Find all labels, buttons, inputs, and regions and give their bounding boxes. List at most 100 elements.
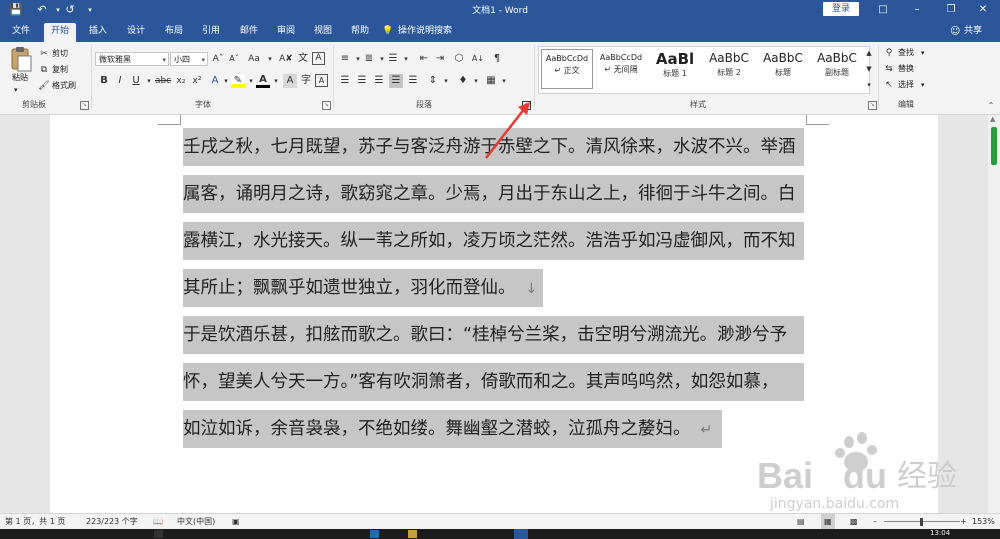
change-case-dropdown-icon[interactable]: ▾ [263, 52, 277, 66]
scissors-icon[interactable]: ✂ [37, 47, 51, 61]
phonetic-guide-icon[interactable]: 文 [296, 52, 310, 66]
web-layout-icon[interactable]: ▩ [850, 514, 858, 530]
taskbar-word-icon[interactable] [514, 529, 528, 539]
font-launcher-icon[interactable]: ↘ [322, 101, 331, 110]
numbering-icon[interactable]: ≣ [362, 52, 376, 66]
text-line[interactable]: 如泣如诉，余音袅袅，不绝如缕。舞幽壑之潜蛟，泣孤舟之嫠妇。 ↵ [183, 410, 722, 448]
maximize-icon[interactable]: ❐ [936, 0, 966, 20]
enclose-characters-icon[interactable]: A [312, 52, 325, 65]
format-painter-icon[interactable]: 🖌 [37, 79, 51, 93]
character-shading-icon[interactable]: A [283, 74, 297, 88]
cut-button[interactable]: 剪切 [52, 48, 68, 60]
zoom-in-icon[interactable]: + [960, 514, 967, 530]
borders-icon[interactable]: ▦ [484, 74, 498, 88]
select-dropdown-icon[interactable]: ▾ [921, 79, 925, 91]
align-center-icon[interactable]: ☰ [355, 74, 369, 88]
text-line[interactable]: 属客，诵明月之诗，歌窈窕之章。少焉，月出于东山之上，徘徊于斗牛之间。白 [183, 175, 804, 213]
select-icon[interactable]: ↖ [882, 78, 896, 92]
change-case-icon[interactable]: Aa [247, 52, 261, 66]
print-layout-icon[interactable]: ▦ [821, 514, 835, 530]
sort-icon[interactable]: A↓ [471, 52, 485, 66]
gallery-more-icon[interactable]: ▾ [862, 78, 876, 92]
show-marks-icon[interactable]: ¶ [490, 52, 504, 66]
shrink-font-icon[interactable]: Aˇ [227, 52, 241, 66]
font-color-icon[interactable]: A [256, 74, 270, 88]
collapse-ribbon-icon[interactable]: ⌃ [984, 99, 998, 113]
subscript-icon[interactable]: x₂ [174, 74, 188, 88]
font-color-dropdown-icon[interactable]: ▾ [269, 74, 283, 88]
justify-icon[interactable]: ☰ [389, 74, 403, 88]
zoom-level[interactable]: 153% [972, 514, 995, 530]
tab-view[interactable]: 视图 [307, 23, 339, 42]
tab-layout[interactable]: 布局 [158, 23, 190, 42]
tab-design[interactable]: 设计 [120, 23, 152, 42]
tab-references[interactable]: 引用 [195, 23, 227, 42]
clipboard-launcher-icon[interactable]: ↘ [80, 101, 89, 110]
select-button[interactable]: 选择 [898, 79, 914, 91]
taskbar-app-icon[interactable] [370, 530, 379, 538]
clear-formatting-icon[interactable]: A✘ [279, 52, 293, 66]
shading-dropdown-icon[interactable]: ▾ [469, 74, 483, 88]
italic-icon[interactable]: I [113, 74, 127, 88]
font-name-dropdown[interactable]: 微软雅黑 ▾ [95, 52, 169, 66]
text-line[interactable]: 露横江，水光接天。纵一苇之所如，凌万顷之茫然。浩浩乎如冯虚御风，而不知 [183, 222, 804, 260]
bold-icon[interactable]: B [97, 74, 111, 88]
zoom-slider-thumb[interactable] [920, 518, 923, 526]
font-size-dropdown[interactable]: 小四 ▾ [170, 52, 208, 66]
copy-button[interactable]: 复制 [52, 64, 68, 76]
line-spacing-dropdown-icon[interactable]: ▾ [439, 74, 453, 88]
format-painter-button[interactable]: 格式刷 [52, 80, 76, 92]
minimize-icon[interactable]: – [902, 0, 932, 20]
taskbar-app-icon[interactable] [408, 530, 417, 538]
highlight-icon[interactable]: ✎ [231, 74, 245, 88]
grow-font-icon[interactable]: Aˆ [211, 52, 225, 66]
character-border-icon[interactable]: A [315, 74, 328, 87]
distributed-icon[interactable]: ☰ [406, 74, 420, 88]
line-spacing-icon[interactable]: ⇕ [426, 74, 440, 88]
find-button[interactable]: 查找 [898, 47, 914, 59]
replace-icon[interactable]: ⇆ [882, 62, 896, 76]
read-mode-icon[interactable]: ▤ [797, 514, 805, 530]
decrease-indent-icon[interactable]: ⇤ [417, 52, 431, 66]
text-line[interactable]: 于是饮酒乐甚，扣舷而歌之。歌曰：“桂棹兮兰桨，击空明兮溯流光。渺渺兮予 [183, 316, 804, 354]
underline-icon[interactable]: U [129, 74, 143, 88]
paste-icon[interactable] [8, 46, 34, 74]
underline-dropdown-icon[interactable]: ▾ [142, 74, 156, 88]
copy-icon[interactable]: ⧉ [37, 63, 51, 77]
superscript-icon[interactable]: x² [190, 74, 204, 88]
tab-file[interactable]: 文件 [5, 23, 37, 42]
zoom-out-icon[interactable]: – [873, 514, 877, 530]
multilevel-list-dropdown-icon[interactable]: ▾ [399, 52, 413, 66]
bullets-icon[interactable]: ≡ [338, 52, 352, 66]
text-line[interactable]: 其所止；飘飘乎如遗世独立，羽化而登仙。 ↓ [183, 269, 543, 307]
page-count[interactable]: 第 1 页，共 1 页 [5, 514, 65, 530]
proofing-icon[interactable]: 📖 [153, 514, 163, 530]
gallery-scroll-up-icon[interactable]: ▲ [862, 46, 876, 60]
borders-dropdown-icon[interactable]: ▾ [497, 74, 511, 88]
asian-layout-icon[interactable]: 字 [299, 74, 313, 88]
tab-insert[interactable]: 插入 [82, 23, 114, 42]
scroll-up-icon[interactable]: ▲ [990, 115, 995, 123]
login-button[interactable]: 登录 [823, 2, 859, 16]
macro-recording-icon[interactable]: ▣ [232, 514, 240, 530]
style-heading-2[interactable]: AaBbC 标题 2 [703, 49, 755, 89]
search-icon[interactable]: ⚲ [882, 46, 896, 60]
ribbon-display-options-icon[interactable]: □ [868, 0, 898, 20]
word-count[interactable]: 223/223 个字 [86, 514, 138, 530]
style-normal[interactable]: AaBbCcDd ↵ 正文 [541, 49, 593, 89]
style-subtitle[interactable]: AaBbC 副标题 [811, 49, 863, 89]
tab-home[interactable]: 开始 [44, 23, 77, 42]
share-button[interactable]: 共享 [964, 23, 982, 40]
styles-launcher-icon[interactable]: ↘ [868, 101, 877, 110]
shading-icon[interactable]: ♦ [456, 74, 470, 88]
align-right-icon[interactable]: ☰ [372, 74, 386, 88]
paste-dropdown-icon[interactable]: ▾ [14, 84, 18, 96]
tab-mailings[interactable]: 邮件 [233, 23, 265, 42]
gallery-scroll-down-icon[interactable]: ▼ [862, 62, 876, 76]
tab-review[interactable]: 审阅 [270, 23, 302, 42]
multilevel-list-icon[interactable]: ☰ [386, 52, 400, 66]
style-no-spacing[interactable]: AaBbCcDd ↵ 无间隔 [595, 49, 647, 89]
scroll-thumb[interactable] [991, 127, 997, 165]
align-left-icon[interactable]: ☰ [338, 74, 352, 88]
close-icon[interactable]: ✕ [968, 0, 998, 20]
